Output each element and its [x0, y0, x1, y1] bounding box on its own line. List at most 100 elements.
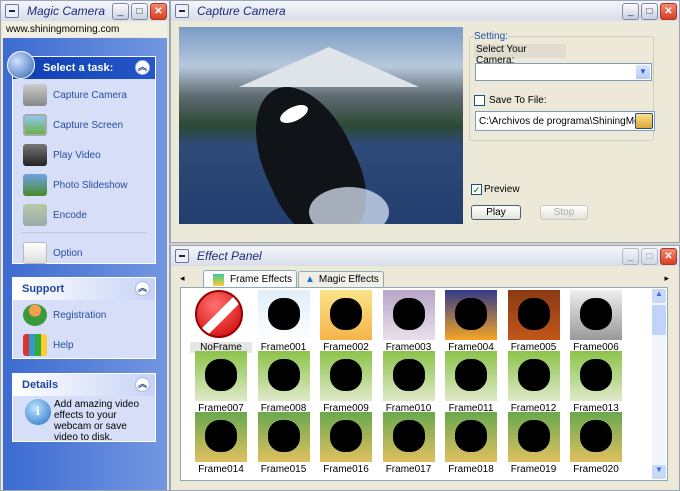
play-button[interactable]: Play [471, 205, 521, 220]
frame-thumbnail[interactable] [195, 351, 247, 401]
support-registration[interactable]: Registration [13, 300, 155, 330]
close-button[interactable]: ✕ [660, 3, 677, 20]
support-label: Help [53, 339, 74, 351]
vertical-scrollbar[interactable]: ▲ ▼ [652, 289, 666, 479]
photo-icon [23, 174, 47, 196]
task-play-video[interactable]: Play Video [13, 140, 155, 170]
website-link[interactable]: www.shiningmorning.com [3, 22, 167, 37]
frame-thumbnail[interactable] [382, 412, 435, 462]
frame-thumbnail[interactable] [320, 412, 372, 462]
browse-folder-button[interactable] [635, 113, 653, 129]
frame-label: Frame017 [385, 464, 432, 475]
task-capture-camera[interactable]: Capture Camera [13, 80, 155, 110]
title-bar[interactable]: Capture Camera _ □ ✕ [171, 1, 679, 21]
frame-thumbnail[interactable] [507, 351, 560, 401]
frame-thumbnail[interactable] [507, 412, 560, 462]
frame-mask [205, 420, 237, 452]
panel-header[interactable]: Select a task: ︽ [7, 51, 155, 79]
minimize-button[interactable]: _ [622, 248, 639, 265]
system-menu-icon[interactable] [175, 249, 189, 263]
frame-thumbnail[interactable] [320, 290, 372, 340]
close-button[interactable]: ✕ [150, 3, 167, 20]
panel-header[interactable]: Details ︽ [13, 374, 155, 396]
camera-select[interactable]: ▼ [475, 63, 652, 81]
stop-button[interactable]: Stop [540, 205, 588, 220]
globe-webcam-icon [7, 51, 35, 79]
frame-thumbnail[interactable] [195, 412, 247, 462]
scroll-thumb[interactable] [652, 305, 666, 335]
frame-thumbnail[interactable] [257, 412, 310, 462]
frame-thumbnail[interactable] [445, 351, 497, 401]
panel-title: Details [22, 379, 59, 391]
frame-mask [205, 359, 237, 391]
support-panel: Support ︽ Registration Help [12, 277, 156, 359]
file-path-input[interactable]: C:\Archivos de programa\ShiningMorn [475, 111, 655, 131]
frame-thumbnail[interactable] [195, 290, 247, 340]
checkbox-label: Preview [484, 184, 520, 195]
close-button[interactable]: ✕ [660, 248, 677, 265]
frame-thumbnail[interactable] [382, 351, 435, 401]
minimize-button[interactable]: _ [112, 3, 129, 20]
scroll-up-icon[interactable]: ▲ [652, 289, 666, 303]
frame-thumbnail[interactable] [382, 290, 435, 340]
frame-thumbnail[interactable] [257, 351, 310, 401]
title-bar[interactable]: Magic Camera _ □ ✕ [1, 1, 169, 21]
frame-thumbnail[interactable] [445, 290, 497, 340]
task-label: Photo Slideshow [53, 179, 128, 191]
tab-label: Frame Effects [230, 274, 293, 285]
frame-mask [517, 298, 550, 330]
support-help[interactable]: Help [13, 330, 155, 360]
maximize-button[interactable]: □ [641, 248, 658, 265]
frame-mask [267, 298, 300, 330]
tab-scroll-right-icon[interactable]: ▸ [664, 273, 669, 284]
frame-thumbnail[interactable] [570, 351, 622, 401]
frame-thumbnail[interactable] [570, 412, 622, 462]
collapse-icon[interactable]: ︽ [135, 281, 150, 296]
frame-thumbnail[interactable] [507, 290, 560, 340]
preview-checkbox[interactable]: ✓ Preview [471, 184, 520, 195]
scroll-down-icon[interactable]: ▼ [652, 465, 666, 479]
maximize-button[interactable]: □ [641, 3, 658, 20]
task-photo-slideshow[interactable]: Photo Slideshow [13, 170, 155, 200]
panel-header[interactable]: Support ︽ [13, 278, 155, 300]
task-label: Play Video [53, 149, 101, 161]
task-capture-screen[interactable]: Capture Screen [13, 110, 155, 140]
checkbox-checked[interactable]: ✓ [471, 184, 482, 195]
frame-thumbnail[interactable] [570, 290, 622, 340]
encode-icon [23, 204, 47, 226]
panel-title: Select a task: [43, 62, 114, 74]
collapse-icon[interactable]: ︽ [135, 377, 150, 392]
frame-thumbnail[interactable] [257, 290, 310, 340]
title-bar[interactable]: Effect Panel _ □ ✕ [171, 246, 679, 266]
checkbox[interactable] [474, 95, 485, 106]
film-camera-icon [23, 144, 47, 166]
select-task-panel: Select a task: ︽ Capture Camera Capture S… [7, 51, 156, 264]
details-text: Add amazing video effects to your webcam… [54, 399, 140, 443]
window-title: Magic Camera [27, 4, 106, 18]
tab-frame-effects[interactable]: Frame Effects [203, 270, 297, 288]
system-menu-icon[interactable] [175, 4, 189, 18]
wizard-hat-icon: ▲ [305, 274, 315, 285]
task-encode[interactable]: Encode [13, 200, 155, 230]
no-frame-icon [195, 290, 243, 338]
maximize-button[interactable]: □ [131, 3, 148, 20]
frame-thumbnail[interactable] [445, 412, 497, 462]
tab-scroll-left-icon[interactable]: ◂ [180, 273, 185, 284]
frame-effects-grid: NoFrame Frame001 Frame002 Frame003 Frame004 F… [180, 287, 668, 481]
frame-thumbnail[interactable] [320, 351, 372, 401]
task-option[interactable]: Option [13, 235, 155, 271]
task-label: Encode [53, 209, 87, 221]
collapse-icon[interactable]: ︽ [135, 60, 150, 75]
frame-mask [330, 359, 362, 391]
frame-effects-icon [213, 273, 224, 286]
save-to-file-checkbox[interactable]: Save To File: [474, 95, 547, 106]
details-panel: Details ︽ i Add amazing video effects to … [12, 373, 156, 443]
system-menu-icon[interactable] [5, 4, 19, 18]
tab-magic-effects[interactable]: ▲ Magic Effects [298, 271, 384, 287]
frame-label: Frame014 [198, 464, 244, 475]
camera-icon [23, 84, 47, 106]
frame-mask [267, 420, 300, 452]
minimize-button[interactable]: _ [622, 3, 639, 20]
frame-label: Frame018 [448, 464, 494, 475]
chevron-down-icon[interactable]: ▼ [636, 65, 650, 79]
